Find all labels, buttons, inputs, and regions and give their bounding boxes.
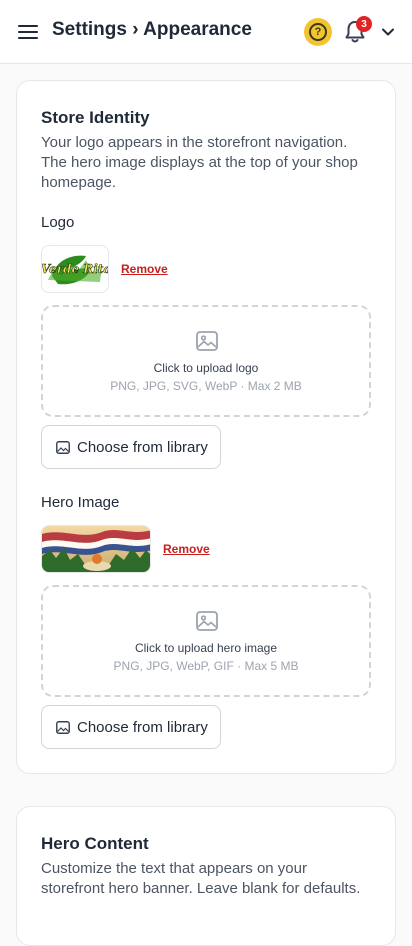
chevron-down-icon[interactable] [380,24,396,40]
image-icon [56,721,70,734]
remove-hero-image-link[interactable]: Remove [163,542,210,556]
choose-from-library-label: Choose from library [77,439,208,456]
remove-logo-link[interactable]: Remove [121,262,168,276]
page-title: Settings › Appearance [52,19,252,40]
image-icon [195,329,219,353]
notification-badge: 3 [356,16,372,32]
hero-image-label: Hero Image [41,494,120,511]
hamburger-menu-icon[interactable] [16,20,40,44]
hero-upload-text: Click to upload hero image [134,641,278,655]
logo-upload-text: Click to upload logo [153,361,259,375]
store-identity-description: Your logo appears in the storefront navi… [41,134,358,191]
hero-upload-dropzone[interactable]: Click to upload hero image PNG, JPG, Web… [41,585,371,697]
store-identity-title: Store Identity [41,108,150,127]
image-icon [195,609,219,633]
help-icon: ? [309,23,327,41]
logo-thumbnail: Verde Rita [41,245,109,293]
logo-upload-dropzone[interactable]: Click to upload logo PNG, JPG, SVG, WebP… [41,305,371,417]
hero-upload-hint: PNG, JPG, WebP, GIF · Max 5 MB [113,659,299,673]
logo-label: Logo [41,214,75,231]
image-icon [56,441,70,454]
logo-wordmark: Verde Rita [42,262,109,276]
help-button[interactable]: ? [304,18,332,46]
store-identity-card: Store Identity Your logo appears in the … [16,80,396,774]
logo-upload-hint: PNG, JPG, SVG, WebP · Max 2 MB [110,379,302,393]
top-bar: Settings › Appearance ? 3 [0,0,412,64]
hero-content-card: Hero Content Customize the text that app… [16,806,396,946]
logo-choose-from-library-button[interactable]: Choose from library [41,425,221,469]
hero-image-thumbnail [41,525,151,573]
hero-content-title: Hero Content [41,834,149,853]
choose-from-library-label: Choose from library [77,719,208,736]
hero-choose-from-library-button[interactable]: Choose from library [41,705,221,749]
hero-content-description: Customize the text that appears on your … [41,860,361,897]
